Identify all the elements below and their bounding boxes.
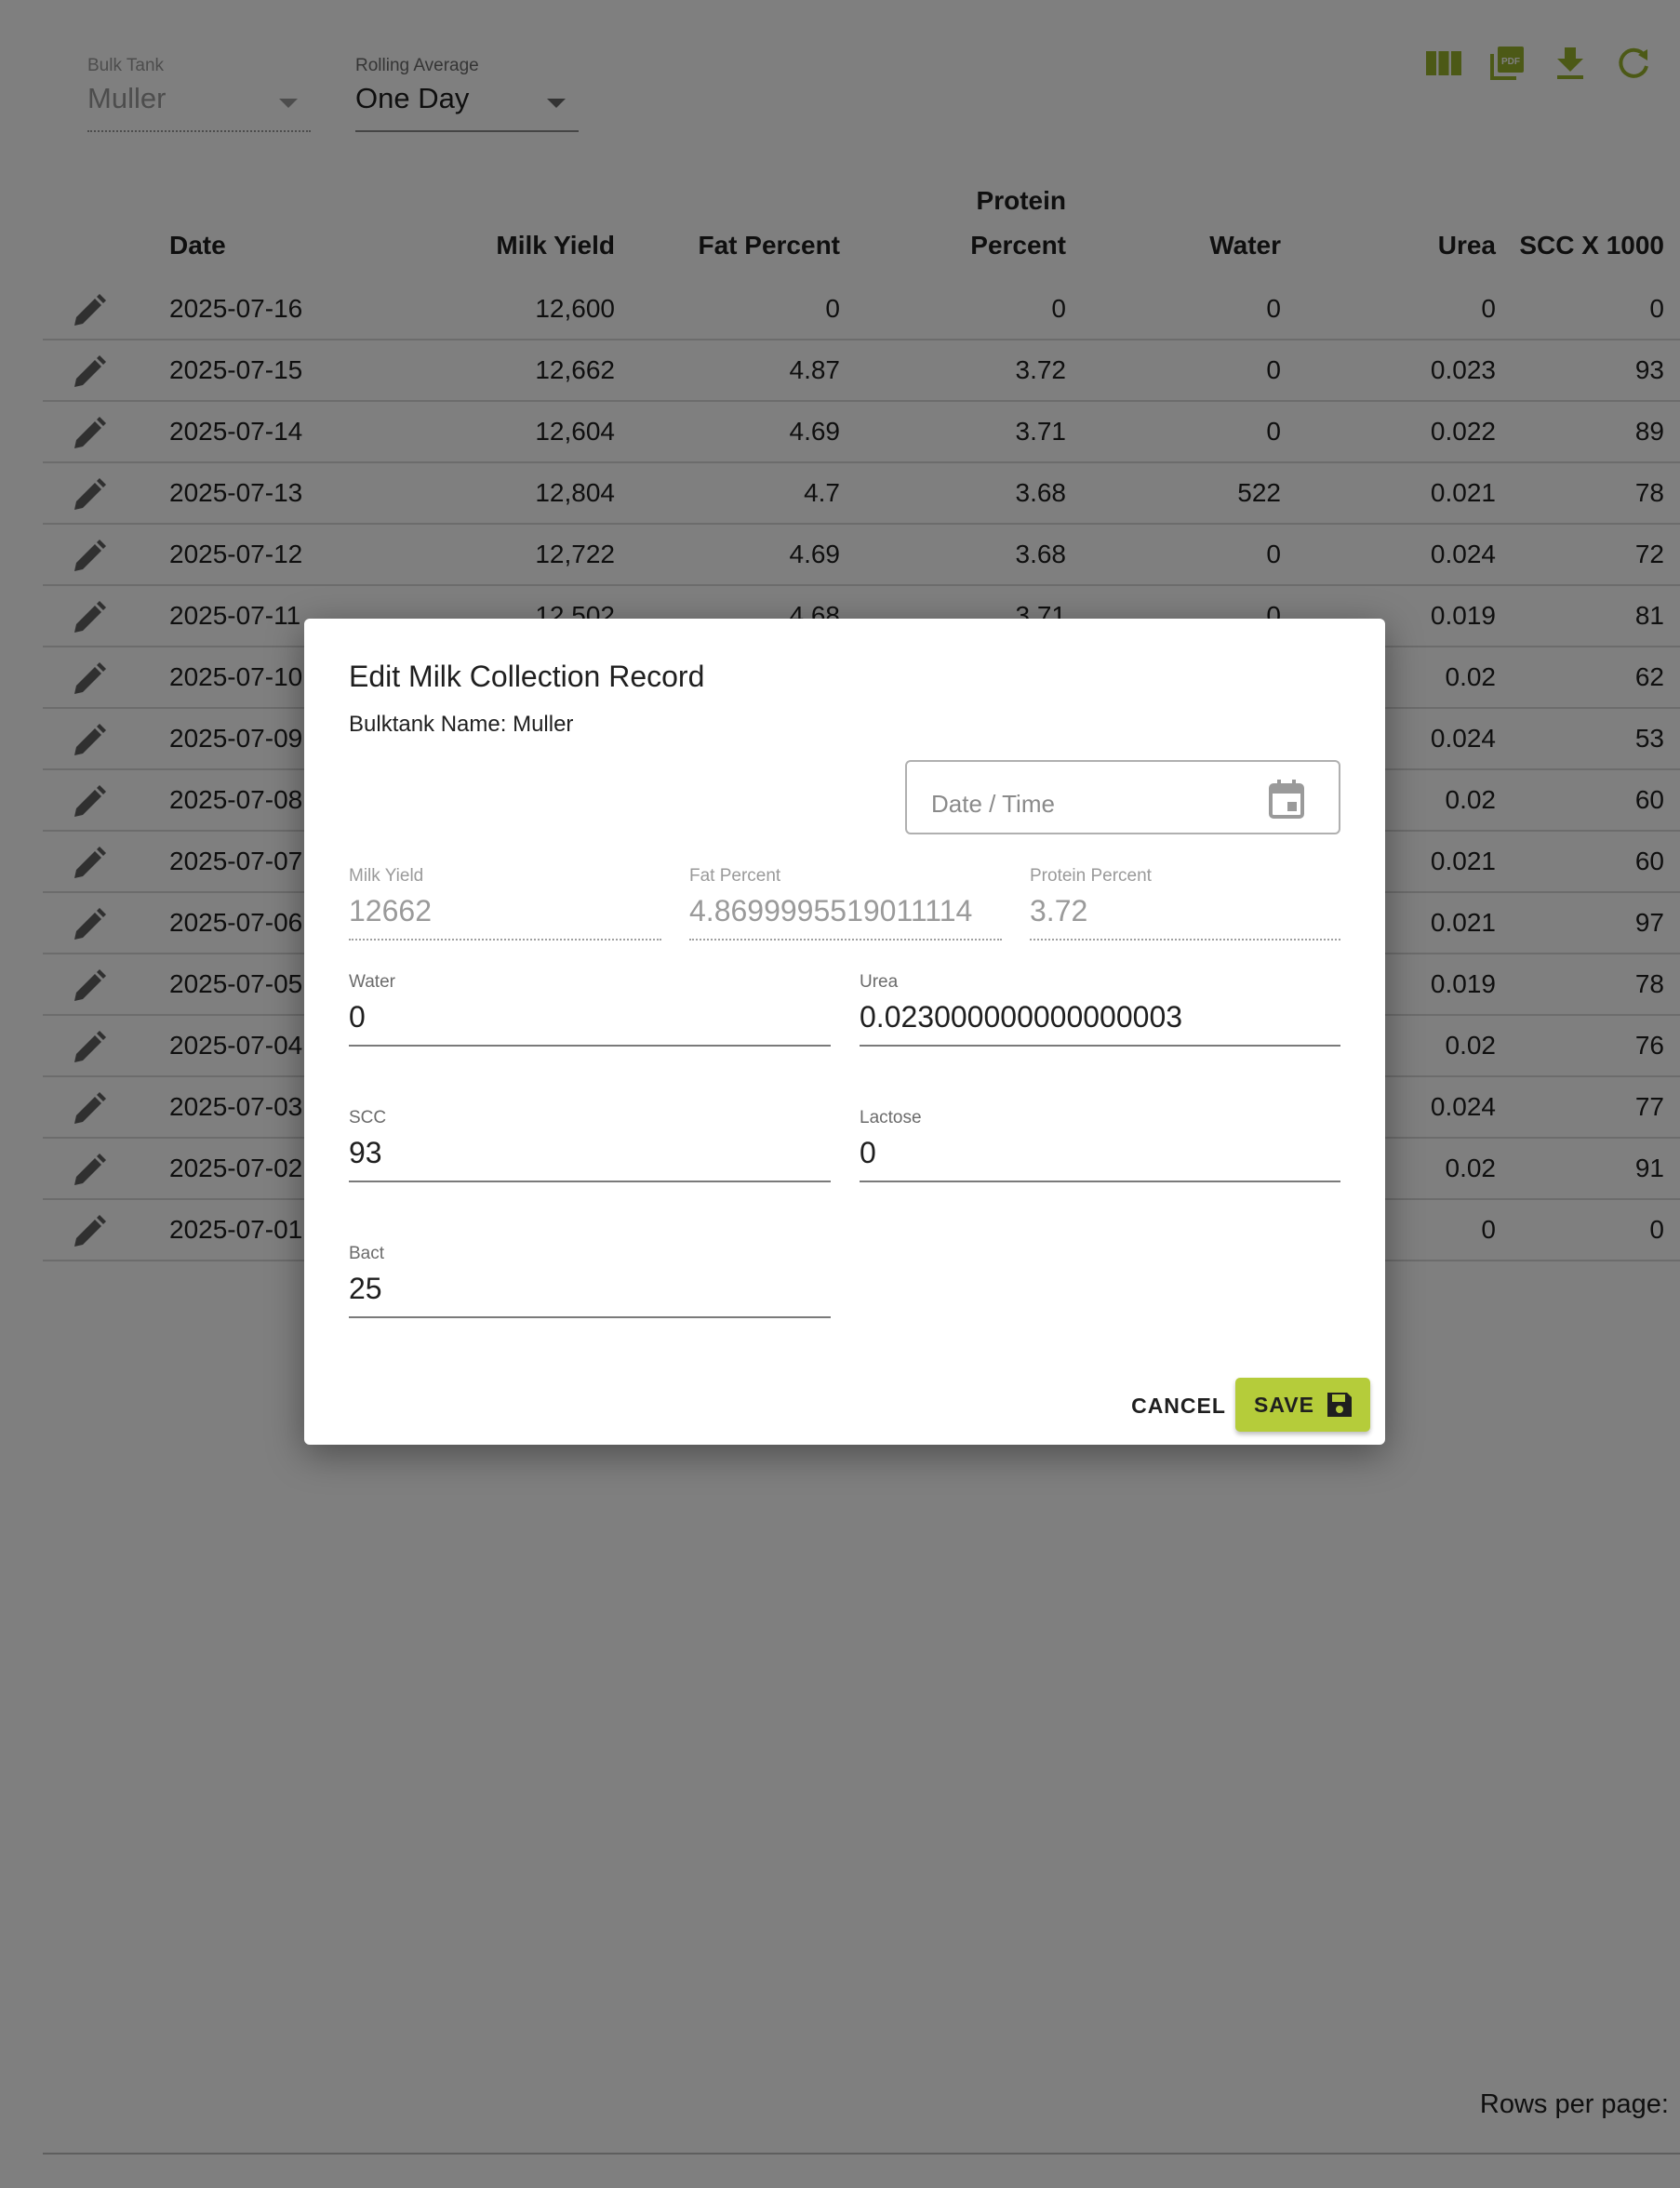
fat-percent-field: Fat Percent 4.8699995519011114 — [689, 866, 1002, 941]
protein-percent-value: 3.72 — [1030, 894, 1088, 927]
date-time-placeholder: Date / Time — [931, 790, 1055, 818]
milk-yield-field: Milk Yield 12662 — [349, 866, 661, 941]
scc-label: SCC — [349, 1108, 387, 1127]
milk-yield-value: 12662 — [349, 894, 432, 927]
milk-yield-label: Milk Yield — [349, 866, 424, 886]
calendar-icon[interactable] — [1268, 779, 1305, 820]
milk-records-page: Bulk Tank Muller Rolling Average One Day… — [0, 0, 1680, 2188]
floppy-disk-icon — [1326, 1391, 1353, 1419]
fat-percent-label: Fat Percent — [689, 866, 781, 886]
bact-label: Bact — [349, 1244, 385, 1263]
edit-record-dialog: Edit Milk Collection Record Bulktank Nam… — [304, 619, 1385, 1445]
lactose-label: Lactose — [860, 1108, 922, 1127]
water-value: 0 — [349, 1000, 366, 1034]
lactose-value: 0 — [860, 1136, 876, 1169]
save-button-label: SAVE — [1254, 1392, 1314, 1417]
fat-percent-value: 4.8699995519011114 — [689, 894, 973, 927]
water-label: Water — [349, 972, 395, 992]
protein-percent-field: Protein Percent 3.72 — [1030, 866, 1340, 941]
scc-value: 93 — [349, 1136, 382, 1169]
dialog-title: Edit Milk Collection Record — [349, 660, 705, 693]
urea-value: 0.023000000000000003 — [860, 1000, 1183, 1034]
save-button[interactable]: SAVE — [1235, 1378, 1370, 1432]
date-time-field[interactable]: Date / Time — [905, 760, 1340, 834]
bact-value: 25 — [349, 1272, 382, 1305]
lactose-input[interactable]: Lactose 0 — [860, 1108, 1340, 1182]
scc-input[interactable]: SCC 93 — [349, 1108, 831, 1182]
water-input[interactable]: Water 0 — [349, 972, 831, 1047]
bulktank-name: Bulktank Name: Muller — [349, 712, 574, 737]
bact-input[interactable]: Bact 25 — [349, 1244, 831, 1318]
urea-input[interactable]: Urea 0.023000000000000003 — [860, 972, 1340, 1047]
cancel-button[interactable]: CANCEL — [1113, 1380, 1244, 1432]
urea-label: Urea — [860, 972, 899, 992]
protein-percent-label: Protein Percent — [1030, 866, 1152, 886]
